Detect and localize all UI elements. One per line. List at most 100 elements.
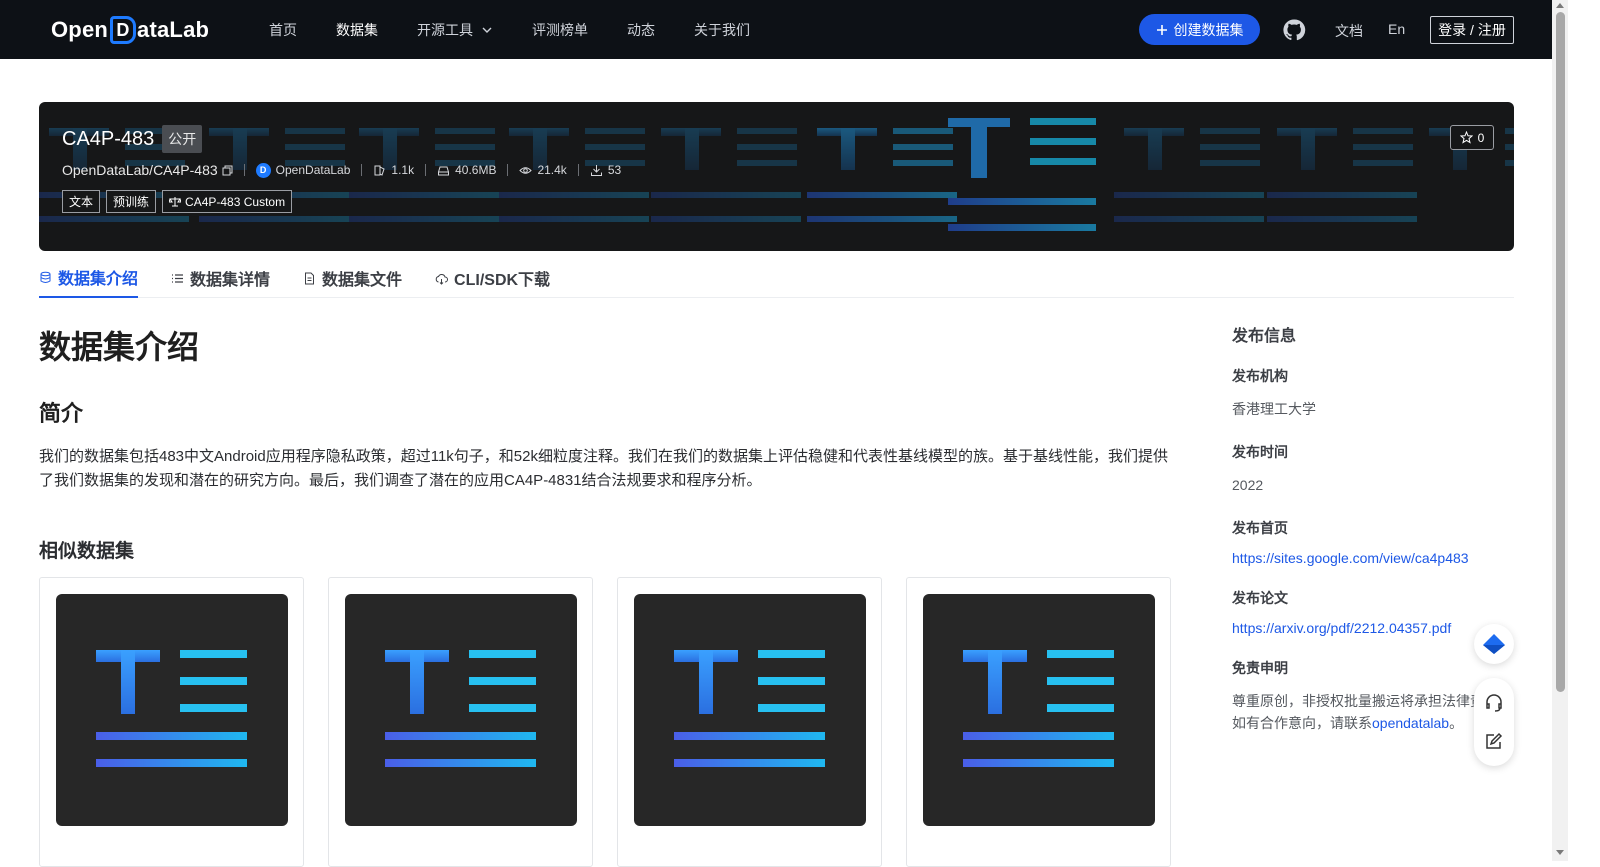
nav-item-label: 评测榜单 <box>532 21 588 38</box>
logo-text-atalab: ataLab <box>137 17 210 42</box>
cloud-icon <box>435 273 449 285</box>
nav-item-label: 数据集 <box>336 21 378 38</box>
homepage-link[interactable]: https://sites.google.com/view/ca4p483 <box>1232 550 1492 566</box>
publisher[interactable]: D OpenDataLab <box>255 162 351 178</box>
dataset-size-value: 40.6MB <box>455 163 497 177</box>
publish-info-title: 发布信息 <box>1232 328 1297 345</box>
similar-dataset-card[interactable] <box>328 577 593 867</box>
scroll-thumb[interactable] <box>1556 12 1565 692</box>
nav-item-open-source-tools[interactable]: 开源工具 <box>417 20 493 40</box>
visibility-badge: 公开 <box>162 125 203 153</box>
support-button[interactable] <box>1484 693 1504 713</box>
page-scrollbar[interactable] <box>1552 0 1568 861</box>
publisher-name: OpenDataLab <box>275 163 351 177</box>
publish-info-panel: 发布信息 发布机构 香港理工大学 发布时间 2022 发布首页 https://… <box>1232 322 1492 756</box>
nav-item-home[interactable]: 首页 <box>269 20 297 40</box>
intro-heading: 简介 <box>39 401 84 426</box>
disclaimer-line: 如有合作意向，请联系opendatalab。 <box>1232 712 1492 734</box>
nav-item-datasets[interactable]: 数据集 <box>336 20 378 40</box>
tag-text[interactable]: 文本 <box>62 190 101 213</box>
dataset-thumbnail <box>923 594 1155 826</box>
disclaimer-label: 免责申明 <box>1232 660 1288 676</box>
plus-icon <box>1156 24 1167 35</box>
disclaimer-line: 尊重原创，非授权批量搬运将承担法律责 <box>1232 693 1484 709</box>
nav-item-leaderboard[interactable]: 评测榜单 <box>532 20 588 40</box>
dataset-size: 40.6MB <box>437 163 496 177</box>
page-title: 数据集介绍 <box>39 329 200 365</box>
text-dataset-icon <box>385 650 536 767</box>
copy-icon[interactable] <box>222 165 233 176</box>
publisher-block: 发布机构 香港理工大学 <box>1232 366 1492 420</box>
dataset-path-text: OpenDataLab/CA4P-483 <box>62 162 218 178</box>
tab-introduction[interactable]: 数据集介绍 <box>39 258 139 298</box>
file-count-value: 1.1k <box>391 163 415 177</box>
homepage-block: 发布首页 https://sites.google.com/view/ca4p4… <box>1232 518 1492 566</box>
chevron-down-icon <box>482 27 492 33</box>
divider <box>507 164 509 176</box>
similar-dataset-card[interactable] <box>39 577 304 867</box>
github-icon[interactable] <box>1282 18 1306 42</box>
similar-dataset-card[interactable] <box>617 577 882 867</box>
dataset-meta: OpenDataLab/CA4P-483 D OpenDataLab 1.1k … <box>62 162 621 178</box>
login-register-button[interactable]: 登录 / 注册 <box>1430 16 1514 44</box>
dataset-tabs: 数据集介绍 数据集详情 数据集文件 CLI/SDK下载 <box>39 258 1514 298</box>
tab-label: 数据集详情 <box>190 272 271 289</box>
paper-link[interactable]: https://arxiv.org/pdf/2212.04357.pdf <box>1232 620 1492 636</box>
opendatalab-logo[interactable]: Open D ataLab <box>51 14 209 46</box>
file-icon <box>305 272 315 284</box>
similar-datasets-heading: 相似数据集 <box>39 541 135 562</box>
nav-item-label: 首页 <box>269 21 297 38</box>
publisher-label: 发布机构 <box>1232 368 1288 384</box>
paper-block: 发布论文 https://arxiv.org/pdf/2212.04357.pd… <box>1232 588 1492 636</box>
eye-icon <box>519 166 533 174</box>
nav-item-label: 开源工具 <box>417 21 473 38</box>
edit-feedback-button[interactable] <box>1484 731 1504 751</box>
dataset-thumbnail <box>345 594 577 826</box>
contact-link[interactable]: opendatalab <box>1372 715 1449 731</box>
nav-item-about[interactable]: 关于我们 <box>694 20 750 40</box>
org-logo-icon: D <box>255 162 271 178</box>
tab-files[interactable]: 数据集文件 <box>303 258 402 298</box>
dataset-banner: CA4P-483 公开 OpenDataLab/CA4P-483 D OpenD… <box>39 102 1514 251</box>
tab-cli-sdk-download[interactable]: CLI/SDK下载 <box>435 258 550 298</box>
paper-plane-icon <box>1483 634 1505 654</box>
file-count: 1.1k <box>373 163 414 177</box>
tag-pretrain[interactable]: 预训练 <box>106 190 157 213</box>
dataset-path: OpenDataLab/CA4P-483 <box>62 162 233 178</box>
scroll-down-arrow-icon[interactable] <box>1556 850 1564 855</box>
database-icon <box>40 271 51 283</box>
publish-time-label: 发布时间 <box>1232 444 1288 460</box>
intro-text: 我们的数据集包括483中文Android应用程序隐私政策，超过11k句子，和52… <box>39 448 1168 489</box>
dataset-thumbnail <box>634 594 866 826</box>
tab-details[interactable]: 数据集详情 <box>171 258 270 298</box>
edit-icon <box>1486 732 1503 749</box>
star-button[interactable]: 0 <box>1450 125 1494 150</box>
download-count-value: 53 <box>607 163 622 177</box>
paper-label: 发布论文 <box>1232 590 1288 606</box>
nav-item-news[interactable]: 动态 <box>627 20 655 40</box>
publish-time-block: 发布时间 2022 <box>1232 442 1492 496</box>
feedback-button[interactable] <box>1474 624 1514 664</box>
text-dataset-icon <box>963 650 1114 767</box>
scroll-up-arrow-icon[interactable] <box>1556 3 1564 8</box>
disclaimer-block: 免责申明 尊重原创，非授权批量搬运将承担法律责 如有合作意向，请联系openda… <box>1232 658 1492 734</box>
license-tag[interactable]: CA4P-483 Custom <box>162 190 293 213</box>
tab-label: 数据集介绍 <box>58 271 139 288</box>
divider <box>425 164 427 176</box>
create-dataset-button[interactable]: 创建数据集 <box>1139 14 1260 45</box>
tab-label: CLI/SDK下载 <box>454 272 551 289</box>
download-count: 53 <box>590 163 621 177</box>
disclaimer-text: 尊重原创，非授权批量搬运将承担法律责 如有合作意向，请联系opendatalab… <box>1232 690 1492 734</box>
disclaimer-prefix: 如有合作意向，请联系 <box>1232 715 1372 731</box>
language-switch[interactable]: En <box>1388 21 1405 37</box>
divider <box>577 164 579 176</box>
docs-link[interactable]: 文档 <box>1335 21 1363 41</box>
dataset-header: CA4P-483 公开 OpenDataLab/CA4P-483 D OpenD… <box>62 125 621 213</box>
similar-dataset-card[interactable] <box>906 577 1171 867</box>
text-dataset-icon <box>96 650 247 767</box>
license-label: CA4P-483 Custom <box>185 194 286 209</box>
similar-datasets-list <box>39 577 1171 867</box>
headset-icon <box>1486 694 1502 712</box>
nav-item-label: 动态 <box>627 21 655 38</box>
divider <box>243 164 245 176</box>
